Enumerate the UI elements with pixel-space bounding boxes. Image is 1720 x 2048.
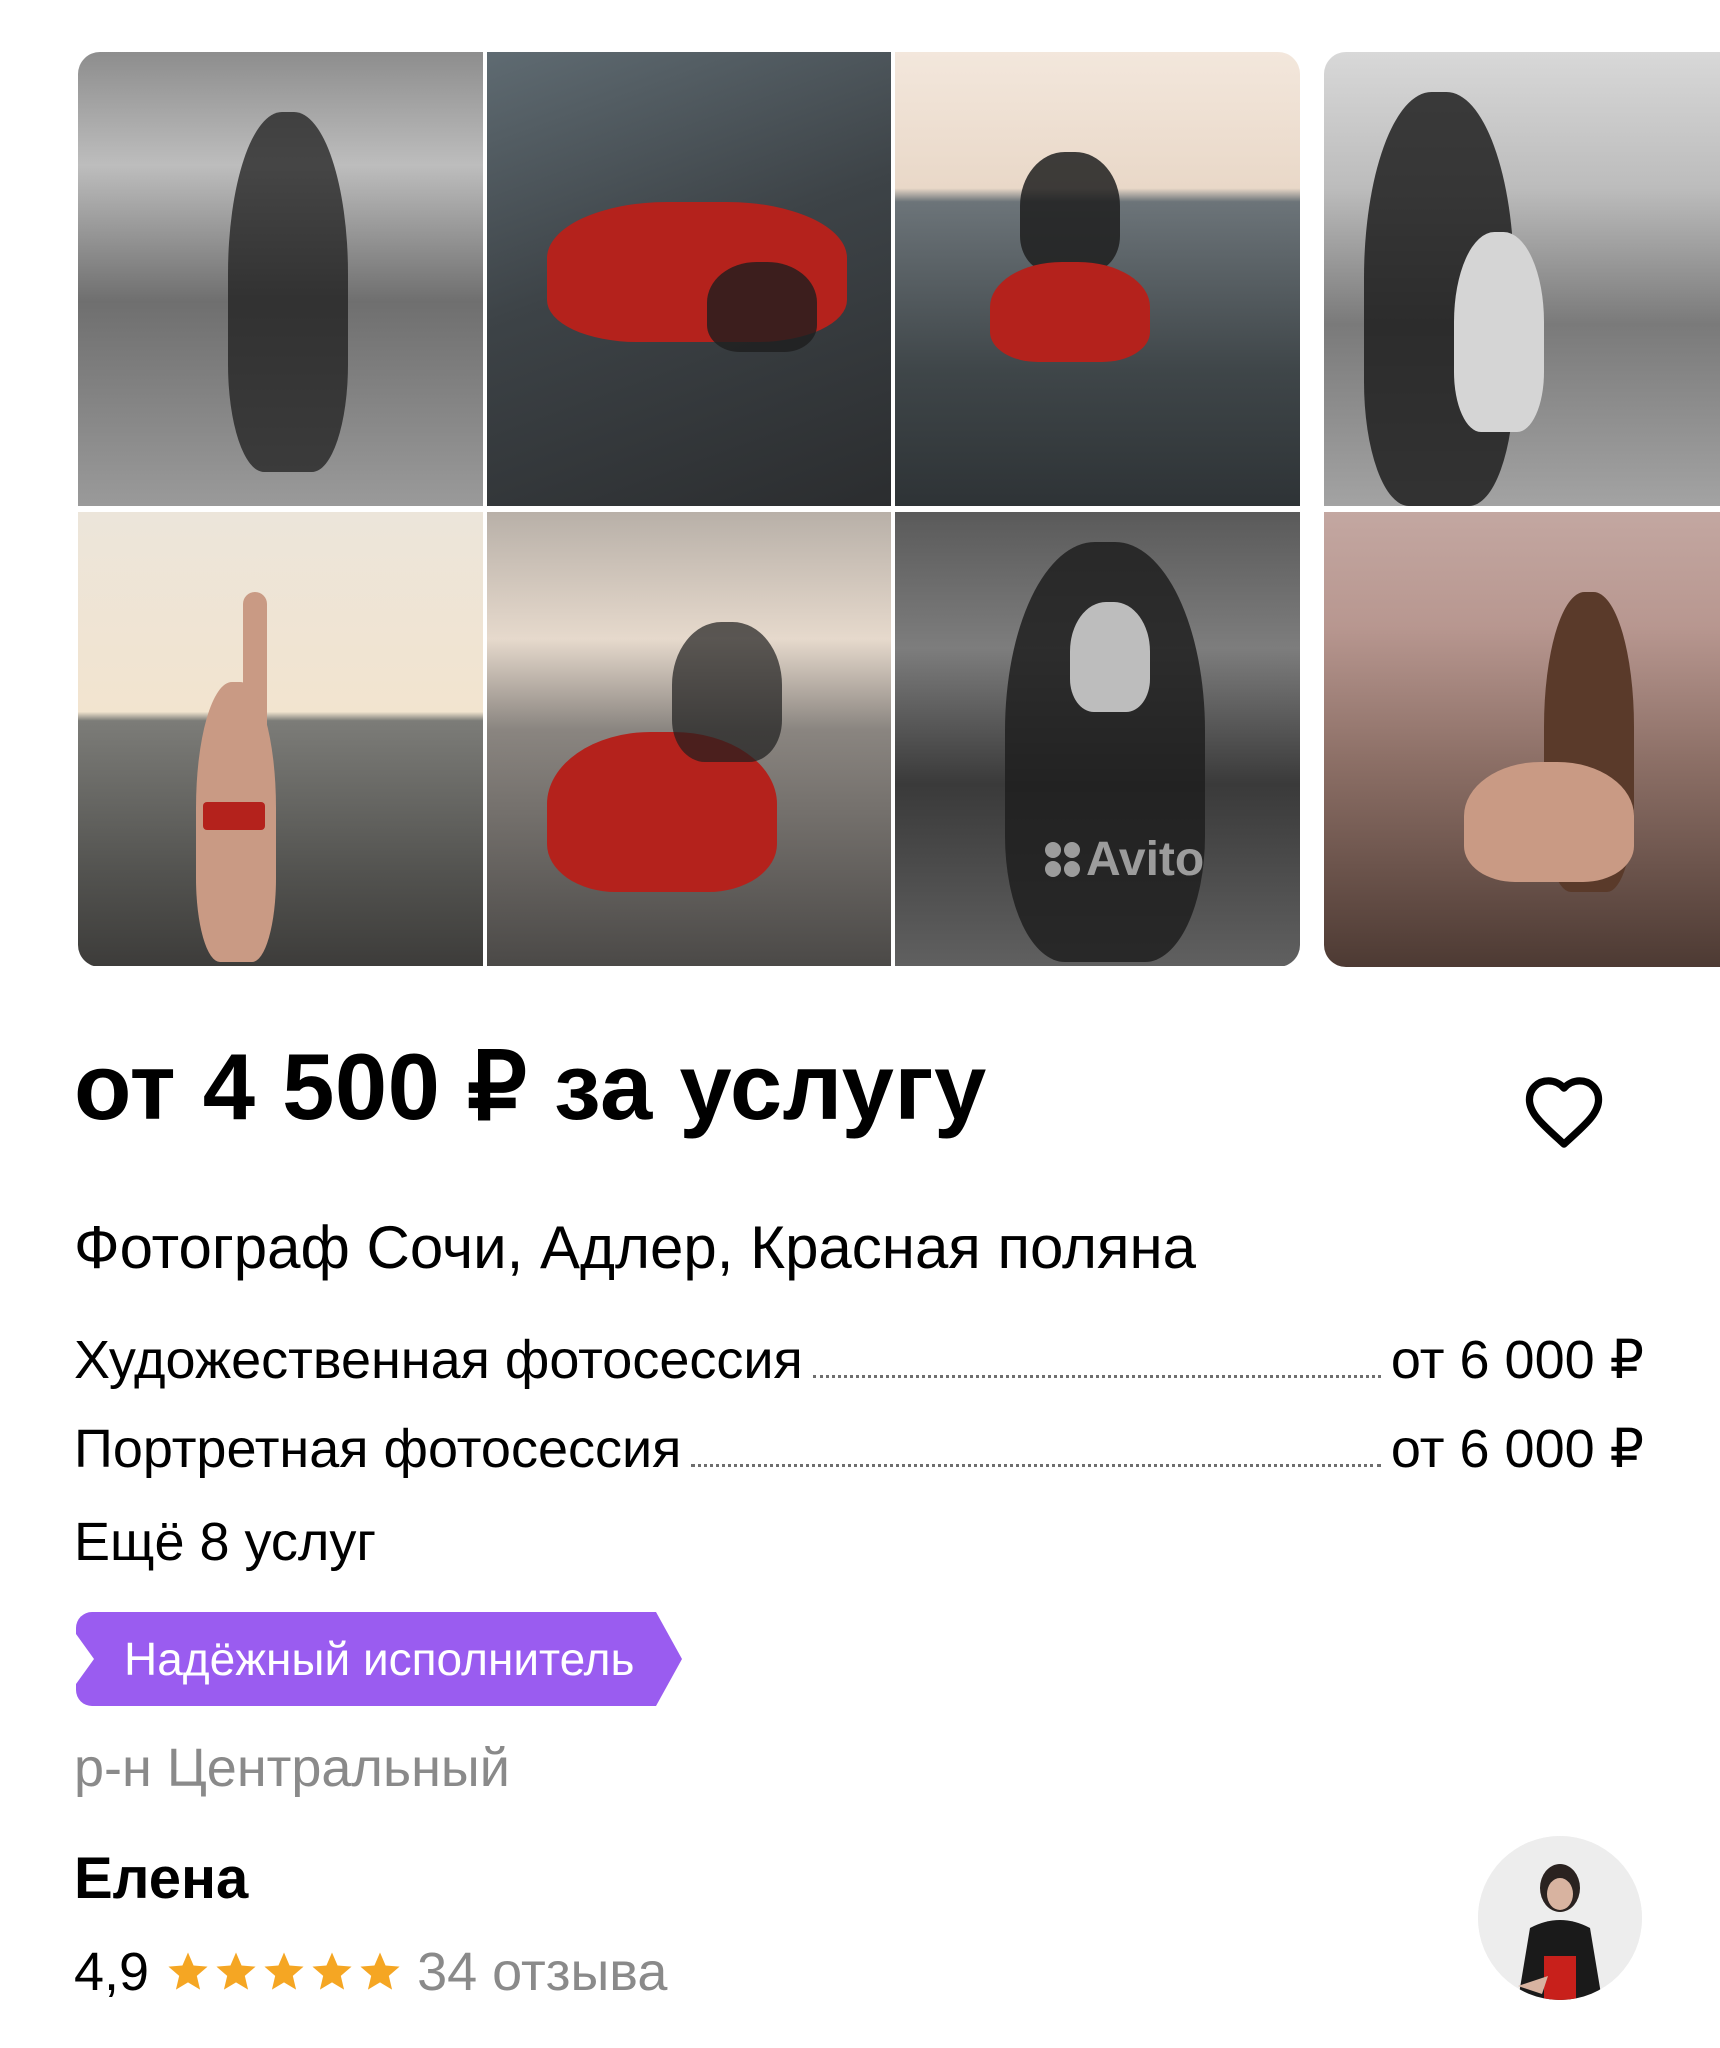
service-leader-dots	[812, 1375, 1381, 1378]
listing-photo-grid[interactable]: Avito	[78, 52, 1300, 967]
heart-outline-icon	[1525, 1077, 1603, 1148]
service-price: от 6 000 ₽	[1390, 1330, 1644, 1390]
reliable-performer-badge[interactable]: Надёжный исполнитель	[76, 1612, 683, 1706]
gallery-photo-4[interactable]	[78, 512, 483, 966]
service-leader-dots	[691, 1464, 1381, 1467]
star-icon	[168, 1952, 208, 1991]
reviews-count-link[interactable]: 34 отзыва	[417, 1940, 667, 2005]
gallery-photo-2[interactable]	[487, 52, 891, 506]
rating-stars	[165, 1949, 403, 1995]
avatar-image	[1478, 1836, 1642, 2000]
more-services-link[interactable]: Ещё 8 услуг	[74, 1510, 376, 1575]
avito-logo-icon	[1045, 842, 1080, 877]
service-name: Портретная фотосессия	[74, 1419, 682, 1479]
district-label: р-н Центральный	[74, 1738, 510, 1798]
service-row[interactable]: Художественная фотосессия от 6 000 ₽	[74, 1328, 1644, 1393]
badge-notch-shape	[76, 1634, 94, 1684]
seller-name[interactable]: Елена	[74, 1844, 248, 1914]
star-icon	[312, 1952, 352, 1991]
badge-label: Надёжный исполнитель	[124, 1633, 635, 1685]
next-photo-2[interactable]	[1324, 512, 1720, 967]
listing-title[interactable]: Фотограф Сочи, Адлер, Красная поляна	[74, 1212, 1196, 1284]
badge-label-wrap: Надёжный исполнитель	[76, 1612, 657, 1706]
photo-gallery[interactable]: Avito	[78, 52, 1720, 967]
favorite-button[interactable]	[1516, 1064, 1612, 1160]
next-photo-1[interactable]	[1324, 52, 1720, 506]
service-price: от 6 000 ₽	[1390, 1419, 1644, 1479]
listing-price: от 4 500 ₽ за услугу	[74, 1034, 987, 1139]
seller-rating[interactable]: 4,9 34 отзыва	[74, 1940, 667, 2005]
avito-watermark: Avito	[1045, 832, 1204, 887]
star-icon	[216, 1952, 256, 1991]
rating-value: 4,9	[74, 1942, 150, 2002]
service-row[interactable]: Портретная фотосессия от 6 000 ₽	[74, 1417, 1644, 1482]
star-icon	[360, 1952, 400, 1991]
next-listing-preview[interactable]	[1324, 52, 1720, 967]
gallery-photo-6[interactable]: Avito	[895, 512, 1300, 966]
gallery-photo-5[interactable]	[487, 512, 891, 966]
badge-tip-shape	[656, 1612, 683, 1706]
star-icon	[264, 1952, 304, 1991]
gallery-photo-3[interactable]	[895, 52, 1300, 506]
service-name: Художественная фотосессия	[74, 1330, 803, 1390]
gallery-photo-1[interactable]	[78, 52, 483, 506]
seller-avatar[interactable]	[1478, 1836, 1642, 2000]
